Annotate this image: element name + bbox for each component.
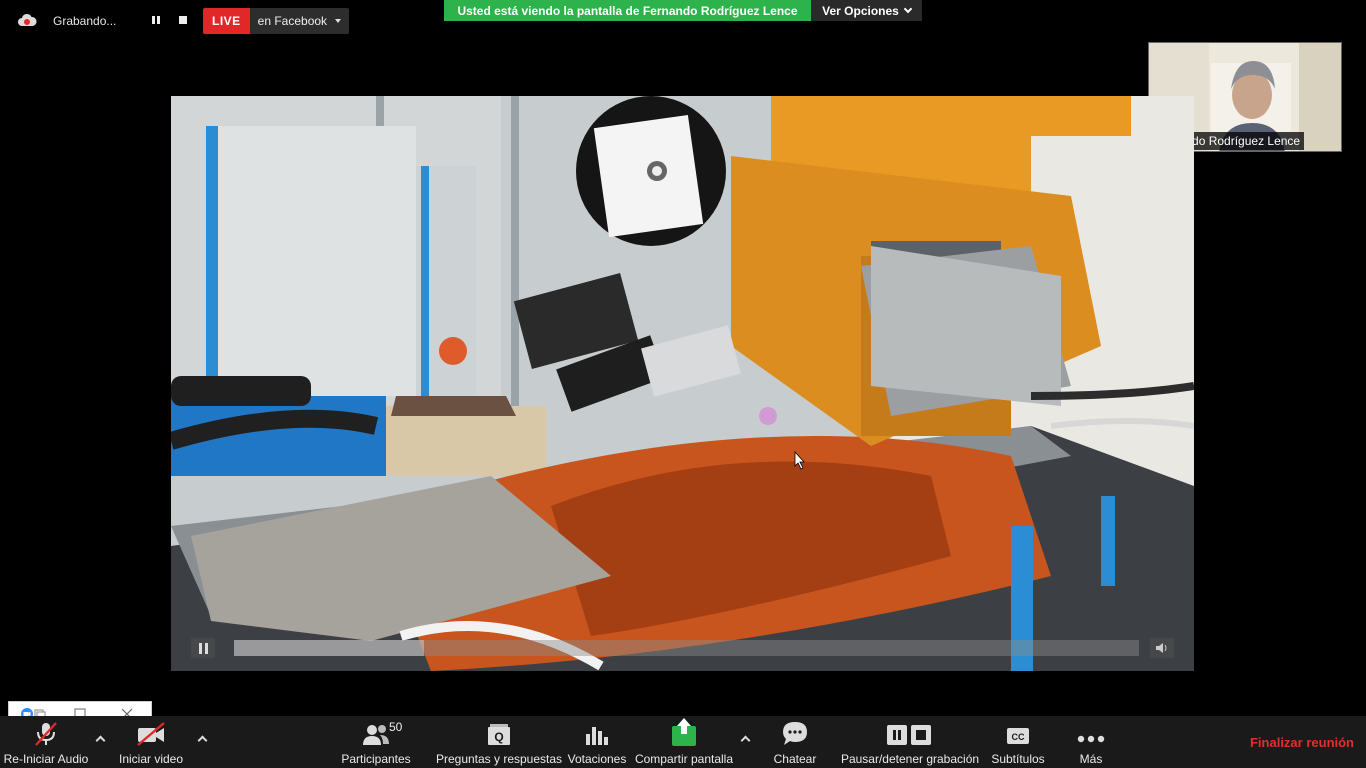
more-button[interactable]: Más xyxy=(1070,716,1112,768)
pause-icon xyxy=(152,16,160,24)
audio-button[interactable]: Re-Iniciar Audio xyxy=(4,716,88,768)
meeting-toolbar: Re-Iniciar Audio Iniciar video 50 Partic… xyxy=(0,716,1366,768)
video-button[interactable]: Iniciar video xyxy=(118,716,184,768)
recording-indicator: Grabando... xyxy=(16,8,116,34)
chevron-up-icon xyxy=(95,735,105,745)
ellipsis-icon xyxy=(1076,716,1106,746)
end-meeting-button[interactable]: Finalizar reunión xyxy=(1250,735,1354,750)
viewing-text: Usted está viendo la pantalla de Fernand… xyxy=(444,0,811,21)
video-progress-bar[interactable] xyxy=(234,640,1139,656)
video-player-controls xyxy=(171,634,1194,660)
participants-button[interactable]: 50 Participantes xyxy=(341,716,411,768)
recording-control-button[interactable]: Pausar/detener grabación xyxy=(840,716,980,768)
qa-button[interactable]: Q Preguntas y respuestas xyxy=(435,716,563,768)
recording-control-label: Pausar/detener grabación xyxy=(840,752,980,766)
svg-text:Q: Q xyxy=(494,730,503,744)
chat-bubble-icon xyxy=(781,716,809,746)
chevron-up-icon xyxy=(740,735,750,745)
view-options-button[interactable]: Ver Opciones xyxy=(811,0,922,21)
captions-label: Subtítulos xyxy=(991,752,1045,766)
video-volume-button[interactable] xyxy=(1150,638,1174,658)
people-icon: 50 xyxy=(361,716,402,746)
more-label: Más xyxy=(1079,752,1103,766)
qa-icon: Q xyxy=(486,716,512,746)
share-screen-button[interactable]: Compartir pantalla xyxy=(633,716,735,768)
caret-down-icon xyxy=(335,19,342,23)
live-destination-label: en Facebook xyxy=(257,14,328,28)
recording-cloud-icon xyxy=(16,10,38,32)
chat-button[interactable]: Chatear xyxy=(770,716,820,768)
recording-label: Grabando... xyxy=(53,14,117,28)
video-label: Iniciar video xyxy=(118,752,184,766)
viewing-banner: Usted está viendo la pantalla de Fernand… xyxy=(444,0,922,21)
chat-label: Chatear xyxy=(773,752,817,766)
live-badge: LIVE xyxy=(203,8,250,34)
video-progress-fill xyxy=(234,640,425,656)
live-stream-indicator: LIVE en Facebook xyxy=(203,8,350,34)
pause-stop-icon xyxy=(886,716,934,746)
captions-icon-text: CC xyxy=(1012,732,1025,742)
polls-button[interactable]: Votaciones xyxy=(567,716,627,768)
video-options-caret[interactable] xyxy=(194,732,210,745)
factory-robot-scene xyxy=(171,96,1194,671)
shared-screen-video[interactable] xyxy=(171,96,1194,671)
pause-recording-button[interactable] xyxy=(148,12,164,28)
camera-off-icon xyxy=(135,716,167,746)
audio-label: Re-Iniciar Audio xyxy=(3,752,89,766)
share-arrow-icon xyxy=(670,716,698,746)
participants-count: 50 xyxy=(389,720,403,734)
stop-icon xyxy=(179,16,187,24)
participants-label: Participantes xyxy=(341,752,411,766)
view-options-label: Ver Opciones xyxy=(822,3,899,18)
polls-label: Votaciones xyxy=(567,752,627,766)
chevron-down-icon xyxy=(903,4,913,13)
bar-chart-icon xyxy=(584,716,610,746)
captions-button[interactable]: CC Subtítulos xyxy=(988,716,1048,768)
pause-icon xyxy=(198,642,202,654)
live-destination-dropdown[interactable]: en Facebook xyxy=(249,8,350,34)
audio-options-caret[interactable] xyxy=(92,732,108,745)
stop-recording-button[interactable] xyxy=(175,12,191,28)
closed-captions-icon: CC xyxy=(1006,716,1030,746)
mic-muted-icon xyxy=(33,716,59,746)
chevron-up-icon xyxy=(197,735,207,745)
share-screen-label: Compartir pantalla xyxy=(634,752,734,766)
video-pause-button[interactable] xyxy=(191,638,215,658)
qa-label: Preguntas y respuestas xyxy=(435,752,563,766)
speaker-icon xyxy=(1156,643,1167,653)
share-options-caret[interactable] xyxy=(737,732,753,745)
